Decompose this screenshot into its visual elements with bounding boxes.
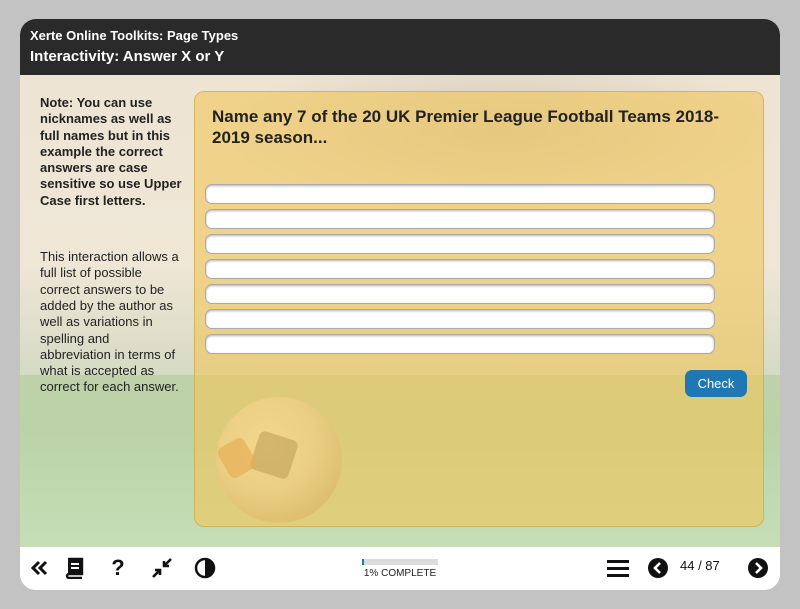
header: Xerte Online Toolkits: Page Types Intera… <box>20 19 780 75</box>
collapse-icon[interactable] <box>28 556 52 580</box>
footer-toolbar: ? 1% COMPLETE 44 / 87 <box>20 547 780 590</box>
answer-input-5[interactable] <box>205 284 715 304</box>
answer-input-2[interactable] <box>205 209 715 229</box>
app-window: Xerte Online Toolkits: Page Types Intera… <box>20 19 780 590</box>
answer-input-1[interactable] <box>205 184 715 204</box>
check-button[interactable]: Check <box>685 370 747 397</box>
contrast-icon[interactable] <box>193 556 217 580</box>
page-counter: 44 / 87 <box>680 558 720 573</box>
progress-label: 1% COMPLETE <box>363 568 437 579</box>
question-text: Name any 7 of the 20 UK Premier League F… <box>212 107 720 147</box>
help-icon[interactable]: ? <box>106 555 130 580</box>
progress-fill <box>362 559 365 565</box>
answer-input-3[interactable] <box>205 234 715 254</box>
answer-input-7[interactable] <box>205 334 715 354</box>
progress-bar <box>362 559 438 565</box>
progress-indicator: 1% COMPLETE <box>362 559 438 579</box>
note-text: Note: You can use nicknames as well as f… <box>40 95 182 208</box>
menu-icon[interactable] <box>606 556 630 580</box>
page-title: Interactivity: Answer X or Y <box>30 48 225 65</box>
question-panel: Name any 7 of the 20 UK Premier League F… <box>194 91 764 527</box>
answer-input-4[interactable] <box>205 259 715 279</box>
content-area: Note: You can use nicknames as well as f… <box>20 75 780 547</box>
app-title: Xerte Online Toolkits: Page Types <box>30 28 239 43</box>
answer-list <box>205 184 715 359</box>
glossary-book-icon[interactable] <box>62 556 86 580</box>
next-icon[interactable] <box>746 556 770 580</box>
previous-icon[interactable] <box>646 556 670 580</box>
info-text: This interaction allows a full list of p… <box>40 249 179 395</box>
answer-input-6[interactable] <box>205 309 715 329</box>
instructions-panel: Note: You can use nicknames as well as f… <box>40 95 182 396</box>
minimize-icon[interactable] <box>150 556 174 580</box>
